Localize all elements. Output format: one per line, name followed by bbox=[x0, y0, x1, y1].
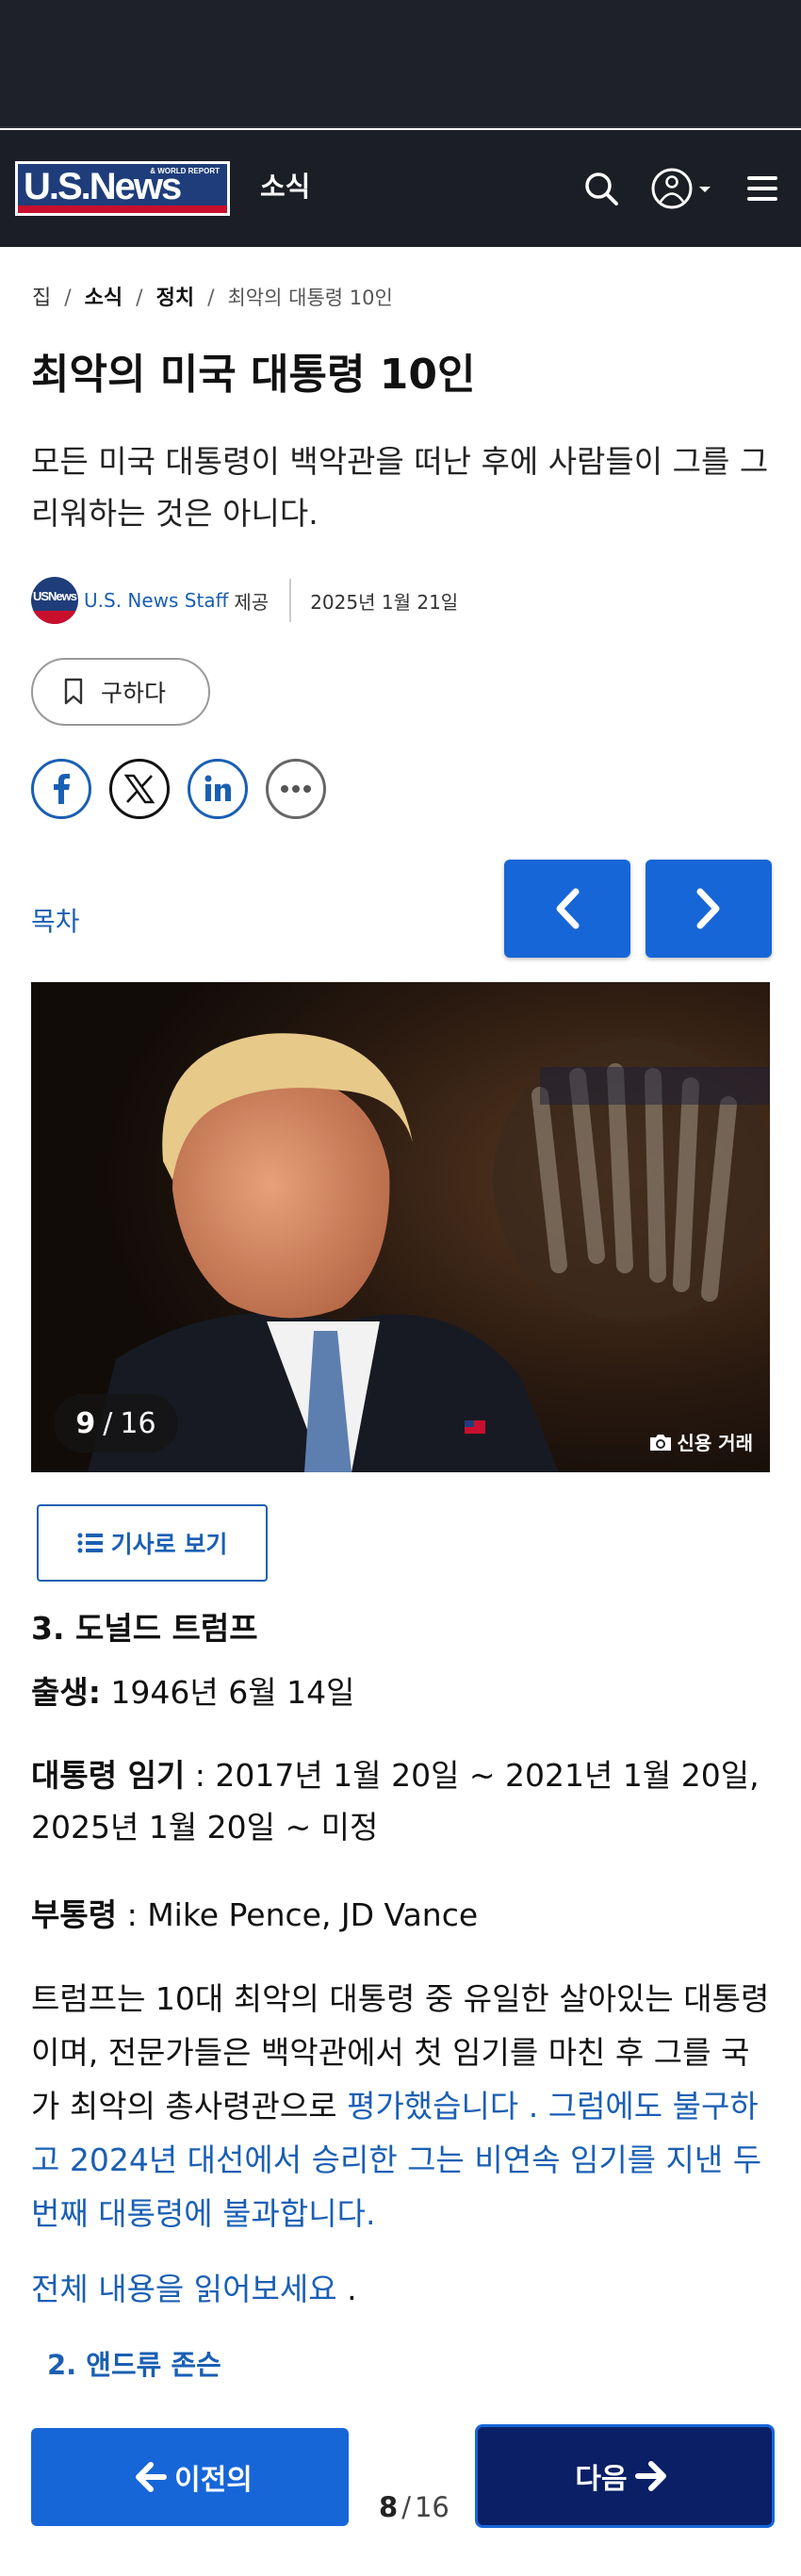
breadcrumb-politics[interactable]: 정치 bbox=[156, 287, 194, 310]
breadcrumb-news[interactable]: 소식 bbox=[85, 287, 123, 310]
byline-divider bbox=[289, 579, 292, 622]
vp-fact: 부통령 : Mike Pence, JD Vance bbox=[31, 1889, 785, 1941]
gallery-next-button[interactable] bbox=[646, 860, 772, 958]
search-icon[interactable] bbox=[575, 162, 628, 215]
gallery-photo[interactable]: 9/16 신용 거래 bbox=[31, 982, 770, 1472]
arrow-left-icon bbox=[136, 2462, 168, 2492]
byline: USNews U.S. News Staff 제공 2025년 1월 21일 bbox=[31, 576, 458, 625]
breadcrumb-separator: / bbox=[136, 287, 143, 310]
born-value: 1946년 6월 14일 bbox=[100, 1674, 355, 1711]
page-indicator: 8/16 bbox=[379, 2488, 450, 2526]
x-share-button[interactable] bbox=[109, 759, 170, 819]
save-button[interactable]: 구하다 bbox=[31, 658, 210, 726]
logo-box: U.S.News & WORLD REPORT bbox=[18, 164, 227, 213]
photo-total: 16 bbox=[120, 1406, 156, 1440]
view-as-article-button[interactable]: 기사로 보기 bbox=[37, 1504, 268, 1582]
site-header: U.S.News & WORLD REPORT 소식 bbox=[0, 130, 801, 247]
linkedin-share-button[interactable] bbox=[188, 759, 248, 819]
avatar-stripe bbox=[31, 611, 78, 624]
save-button-label: 구하다 bbox=[101, 680, 167, 707]
usnews-logo[interactable]: U.S.News & WORLD REPORT bbox=[15, 161, 230, 216]
page-current: 8 bbox=[379, 2491, 399, 2523]
view-as-article-label: 기사로 보기 bbox=[110, 1531, 228, 1558]
next-button[interactable]: 다음 bbox=[475, 2424, 775, 2528]
chevron-left-icon bbox=[556, 888, 580, 929]
logo-stripe bbox=[18, 205, 227, 213]
page-separator: / bbox=[401, 2491, 411, 2523]
list-icon bbox=[77, 1533, 103, 1553]
slide-body: 트럼프는 10대 최악의 대통령 중 유일한 살아있는 대통령이며, 전문가들은… bbox=[31, 1972, 776, 2240]
account-icon[interactable] bbox=[646, 162, 718, 215]
more-options-icon bbox=[281, 785, 311, 793]
top-dark-bar bbox=[0, 0, 801, 128]
avatar-text: USNews bbox=[32, 589, 77, 603]
next-button-label: 다음 bbox=[575, 2463, 628, 2496]
slide-heading: 3. 도널드 트럼프 bbox=[31, 1610, 258, 1647]
previous-button-label: 이전의 bbox=[174, 2464, 253, 2497]
photo-current-index: 9 bbox=[75, 1406, 96, 1440]
breadcrumb-current: 최악의 대통령 10인 bbox=[227, 287, 393, 309]
photo-credit[interactable]: 신용 거래 bbox=[648, 1428, 753, 1455]
table-of-contents-link[interactable]: 목차 bbox=[31, 903, 80, 941]
publish-date: 2025년 1월 21일 bbox=[310, 590, 459, 614]
author-avatar: USNews bbox=[31, 577, 78, 624]
x-icon bbox=[123, 774, 155, 804]
photo-counter: 9/16 bbox=[54, 1394, 178, 1452]
more-share-button[interactable] bbox=[266, 759, 326, 819]
page-title: 최악의 미국 대통령 10인 bbox=[31, 351, 476, 399]
previous-slide-link[interactable]: 2. 앤드류 존슨 bbox=[47, 2346, 221, 2384]
breadcrumb-home[interactable]: 집 bbox=[32, 287, 51, 310]
born-label: 출생: bbox=[31, 1674, 101, 1711]
vp-label: 부통령 bbox=[31, 1896, 118, 1933]
read-more-tail: . bbox=[336, 2271, 357, 2307]
arrow-right-icon bbox=[634, 2461, 666, 2491]
previous-button[interactable]: 이전의 bbox=[31, 2428, 349, 2526]
facebook-icon bbox=[54, 774, 70, 804]
read-more-link[interactable]: 전체 내용을 읽어보세요 bbox=[31, 2271, 337, 2307]
photo-credit-label: 신용 거래 bbox=[677, 1432, 753, 1454]
vp-value: : Mike Pence, JD Vance bbox=[117, 1896, 479, 1933]
chevron-right-icon bbox=[696, 888, 720, 929]
facebook-share-button[interactable] bbox=[31, 759, 91, 819]
author-link[interactable]: U.S. News Staff bbox=[84, 589, 228, 612]
breadcrumb-separator: / bbox=[207, 287, 215, 310]
term-label: 대통령 임기 bbox=[31, 1757, 186, 1794]
logo-subtext: & WORLD REPORT bbox=[150, 167, 220, 175]
linkedin-icon bbox=[204, 775, 231, 801]
camera-icon bbox=[650, 1434, 672, 1451]
hamburger-menu-icon[interactable] bbox=[739, 162, 786, 215]
bookmark-icon bbox=[64, 678, 83, 705]
nav-section-title[interactable]: 소식 bbox=[260, 166, 310, 207]
breadcrumb-separator: / bbox=[64, 287, 72, 310]
term-fact: 대통령 임기 : 2017년 1월 20일 ~ 2021년 1월 20일, 20… bbox=[31, 1749, 785, 1853]
gallery-prev-button[interactable] bbox=[504, 860, 630, 958]
read-more: 전체 내용을 읽어보세요 . bbox=[31, 2266, 357, 2313]
breadcrumb: 집 / 소식 / 정치 / 최악의 대통령 10인 bbox=[32, 283, 393, 314]
page-total: 16 bbox=[414, 2491, 450, 2523]
article-subtitle: 모든 미국 대통령이 백악관을 떠난 후에 사람들이 그를 그리워하는 것은 아… bbox=[31, 443, 769, 532]
born-fact: 출생: 1946년 6월 14일 bbox=[31, 1666, 785, 1718]
provided-by-label: 제공 bbox=[234, 590, 270, 614]
